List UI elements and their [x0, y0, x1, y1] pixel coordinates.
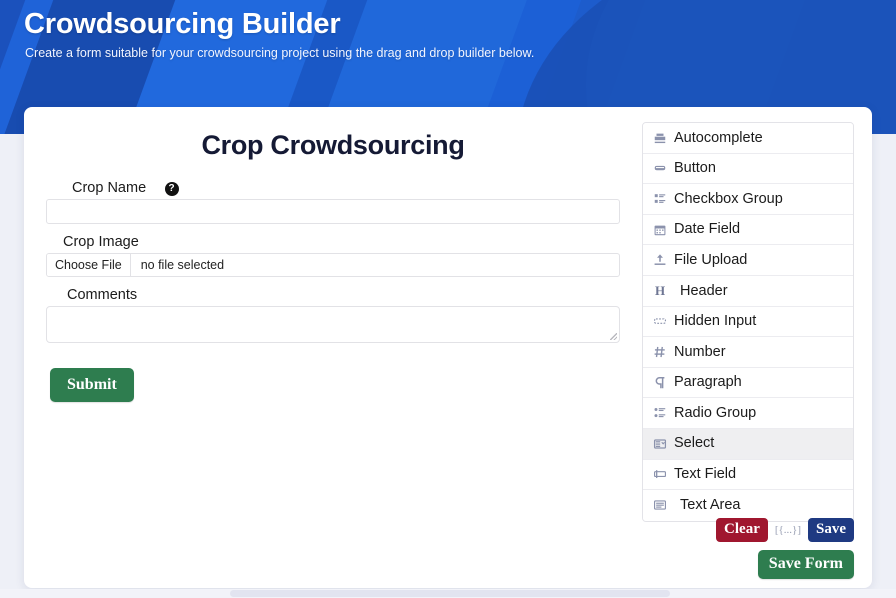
palette-item-label: Radio Group: [674, 404, 757, 421]
choose-file-button[interactable]: Choose File: [47, 254, 131, 276]
palette-item-select[interactable]: Select: [643, 428, 853, 460]
field-crop-image: Crop Image Choose File no file selected: [46, 233, 620, 277]
button-icon: [653, 161, 667, 175]
submit-button[interactable]: Submit: [50, 368, 134, 402]
component-palette-list: Autocomplete Button Checkbox Group Date Fie…: [642, 122, 854, 522]
palette-item-label: Autocomplete: [674, 129, 763, 146]
autocomplete-icon: [653, 131, 667, 145]
checkbox-group-icon: [653, 192, 667, 206]
palette-item-hidden-input[interactable]: Hidden Input: [643, 306, 853, 338]
field-label: Crop Image: [63, 234, 139, 250]
field-label: Crop Name: [72, 180, 147, 196]
field-label: Comments: [67, 287, 138, 303]
save-button[interactable]: Save: [808, 518, 854, 543]
palette-item-number[interactable]: Number: [643, 337, 853, 368]
builder-actions: Clear [{...}] Save Save Form: [642, 518, 854, 580]
palette-item-button[interactable]: Button: [643, 153, 853, 185]
horizontal-scrollbar[interactable]: [0, 589, 896, 598]
crop-name-input[interactable]: [46, 199, 620, 224]
hash-icon: [653, 345, 667, 359]
palette-item-label: Select: [674, 435, 715, 452]
palette-item-label: Number: [674, 343, 726, 360]
select-icon: [653, 437, 667, 451]
page-title: Crowdsourcing Builder: [24, 8, 341, 40]
palette-item-label: Date Field: [674, 221, 741, 238]
scrollbar-thumb[interactable]: [230, 590, 670, 597]
clear-button[interactable]: Clear: [716, 518, 768, 543]
palette-item-label: Text Area: [680, 497, 741, 514]
banner-text-block: Crowdsourcing Builder Create a form suit…: [24, 8, 534, 60]
palette-item-paragraph[interactable]: Paragraph: [643, 367, 853, 399]
palette-item-label: Paragraph: [674, 374, 742, 391]
palette-item-label: Button: [674, 160, 716, 177]
palette-item-autocomplete[interactable]: Autocomplete: [643, 123, 853, 154]
save-form-button[interactable]: Save Form: [757, 550, 854, 580]
palette-item-label: Header: [680, 282, 728, 299]
file-status-text: no file selected: [140, 258, 225, 272]
comments-textarea[interactable]: [46, 306, 620, 343]
heading-icon: H: [654, 283, 666, 299]
palette-item-file-upload[interactable]: File Upload: [643, 245, 853, 276]
field-crop-name: Crop Name ?: [46, 179, 620, 224]
palette-item-label: Hidden Input: [674, 313, 757, 330]
text-area-icon: [653, 498, 667, 512]
page-root: Crowdsourcing Builder Create a form suit…: [0, 0, 896, 598]
field-comments: Comments: [46, 286, 620, 343]
palette-item-radio-group[interactable]: Radio Group: [643, 398, 853, 429]
text-field-icon: [653, 467, 667, 481]
palette-item-label: File Upload: [674, 251, 748, 268]
form-title: Crop Crowdsourcing: [201, 130, 465, 160]
page-subtitle: Create a form suitable for your crowdsou…: [25, 46, 535, 61]
calendar-icon: [653, 223, 667, 237]
upload-icon: [653, 253, 667, 267]
hidden-input-icon: [653, 314, 667, 328]
component-palette: Autocomplete Button Checkbox Group Date Fie…: [642, 122, 854, 522]
builder-card: Crop Crowdsourcing Crop Name ? Crop Imag…: [24, 107, 872, 588]
question-circle-icon[interactable]: ?: [164, 182, 179, 196]
palette-item-text-area[interactable]: Text Area: [643, 490, 853, 521]
palette-item-header[interactable]: H Header: [643, 275, 853, 307]
palette-item-text-field[interactable]: Text Field: [643, 459, 853, 491]
form-preview-pane: Crop Crowdsourcing Crop Name ? Crop Imag…: [24, 107, 642, 588]
crop-image-file-input[interactable]: Choose File no file selected: [46, 253, 620, 277]
radio-group-icon: [653, 406, 667, 420]
pilcrow-icon: [653, 376, 667, 390]
palette-item-label: Checkbox Group: [674, 190, 783, 207]
palette-item-label: Text Field: [674, 466, 737, 483]
palette-item-checkbox-group[interactable]: Checkbox Group: [643, 184, 853, 215]
palette-item-date-field[interactable]: Date Field: [643, 214, 853, 246]
view-json-button[interactable]: [{...}]: [774, 524, 802, 536]
